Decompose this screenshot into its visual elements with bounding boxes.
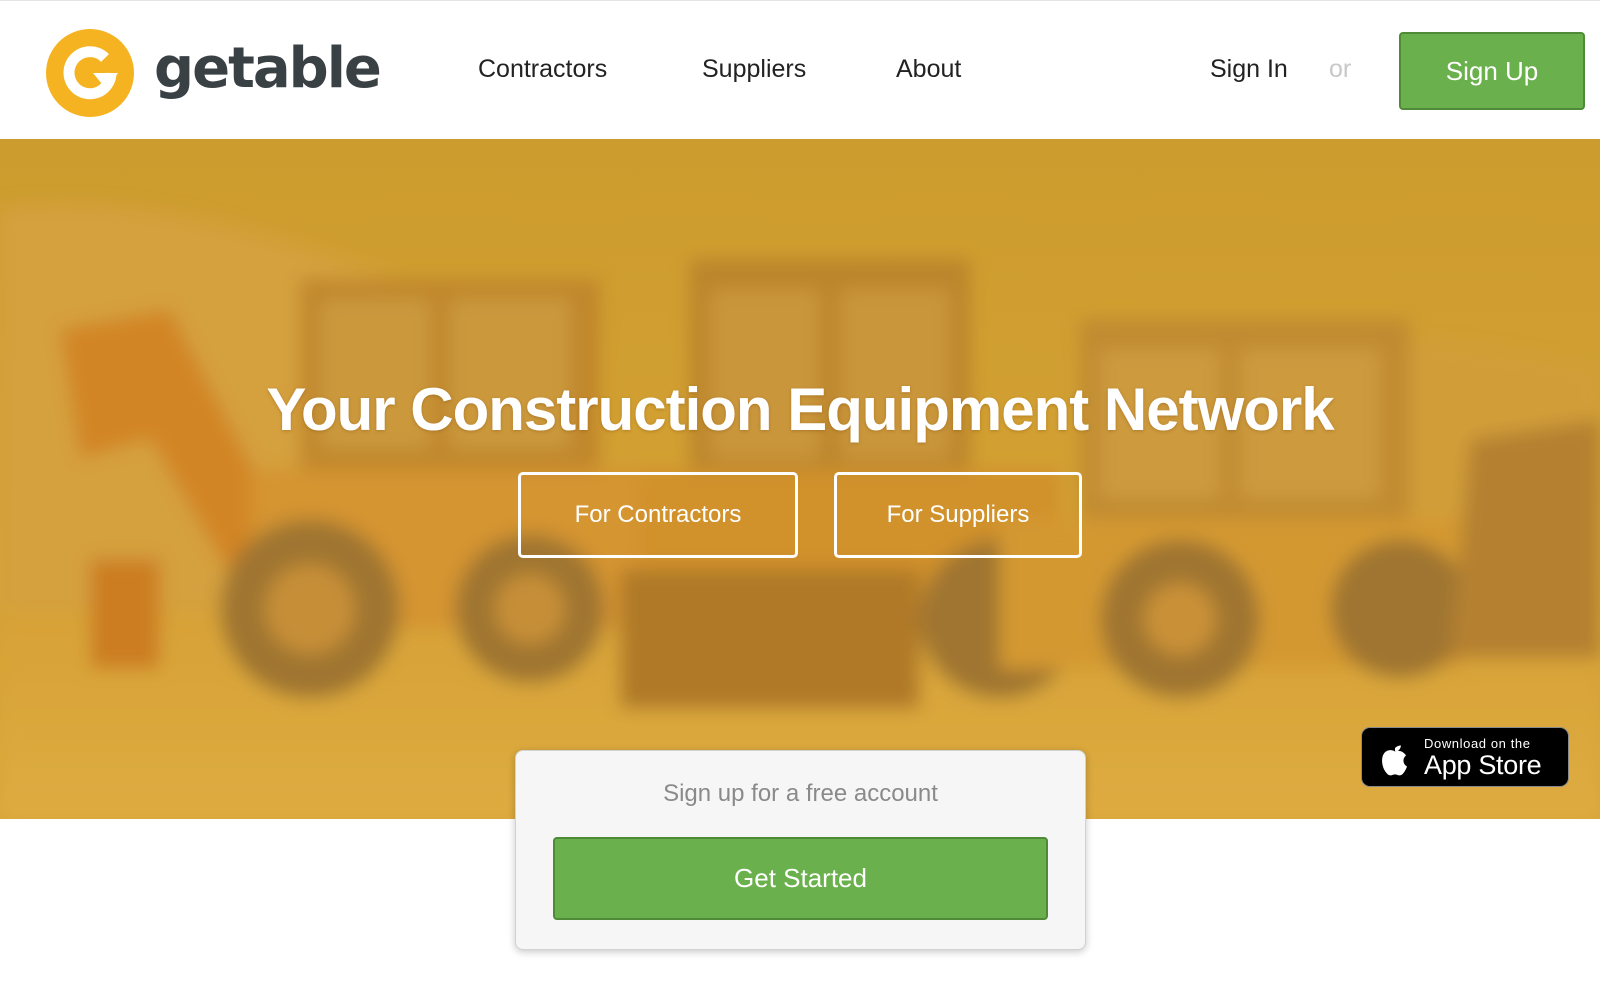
hero-background-image xyxy=(0,139,1600,819)
hero-section: Your Construction Equipment Network For … xyxy=(0,139,1600,819)
logo-wordmark: getable xyxy=(154,36,382,101)
logo-link[interactable]: getable xyxy=(46,29,382,117)
get-started-button[interactable]: Get Started xyxy=(553,837,1048,920)
signup-card-heading: Sign up for a free account xyxy=(663,780,938,807)
app-store-large-text: App Store xyxy=(1424,749,1542,780)
signup-card: Sign up for a free account Get Started xyxy=(515,750,1086,950)
apple-icon xyxy=(1382,745,1407,776)
nav-contractors[interactable]: Contractors xyxy=(478,53,607,85)
app-store-badge[interactable]: Download on the App Store xyxy=(1361,727,1569,787)
nav-about[interactable]: About xyxy=(896,53,961,85)
for-suppliers-button[interactable]: For Suppliers xyxy=(834,472,1082,558)
for-contractors-button[interactable]: For Contractors xyxy=(518,472,798,558)
hero-title: Your Construction Equipment Network xyxy=(266,376,1334,443)
sign-up-button[interactable]: Sign Up xyxy=(1399,32,1585,110)
or-separator: or xyxy=(1329,55,1352,83)
nav-suppliers[interactable]: Suppliers xyxy=(702,53,806,85)
logo-refresh-icon xyxy=(46,29,134,117)
site-header: getable Contractors Suppliers About Sign… xyxy=(0,0,1600,139)
sign-in-link[interactable]: Sign In xyxy=(1210,53,1288,85)
app-store-small-text: Download on the xyxy=(1424,735,1531,751)
